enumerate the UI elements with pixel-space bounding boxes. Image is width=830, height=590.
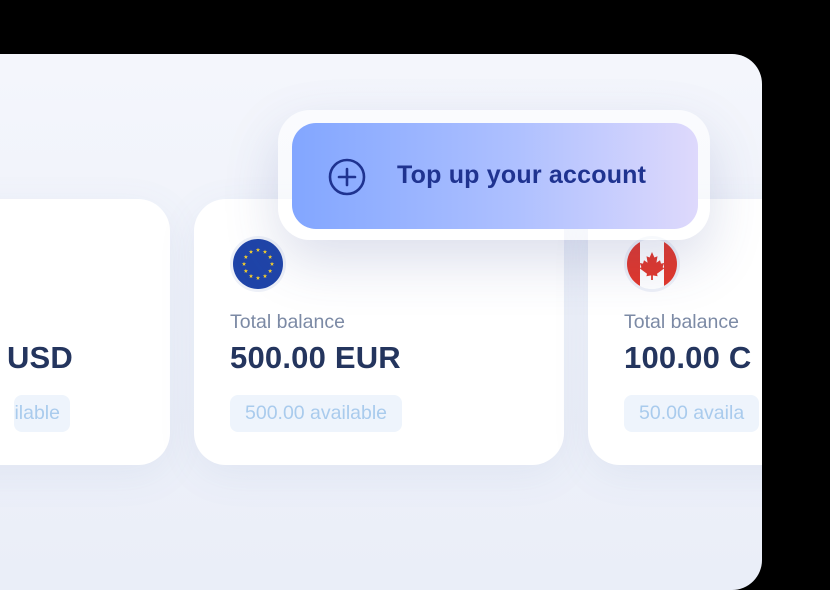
balance-card-usd[interactable]: USD ilable [0, 199, 170, 465]
total-balance-label: Total balance [230, 311, 345, 333]
total-balance-label: Total balance [624, 311, 739, 333]
balance-amount: 100.00 C [624, 340, 752, 375]
balance-amount: USD [6, 340, 73, 375]
available-badge: ilable [14, 395, 70, 432]
top-up-label: Top up your account [397, 161, 647, 189]
available-badge: 500.00 available [230, 395, 403, 432]
eu-flag-icon [233, 239, 283, 289]
top-up-account-button[interactable]: Top up your account [292, 123, 698, 229]
available-badge: 50.00 availa [624, 395, 760, 432]
plus-circle-icon [328, 158, 366, 196]
balance-amount: 500.00 EUR [230, 340, 401, 375]
canada-flag-icon [627, 239, 677, 289]
